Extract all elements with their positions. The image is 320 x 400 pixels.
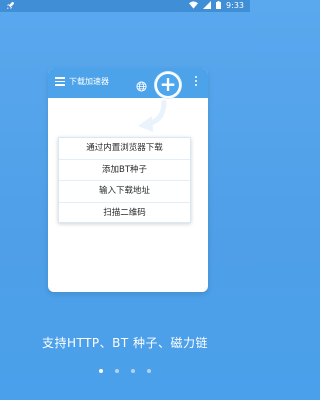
globe-icon[interactable] bbox=[136, 77, 147, 96]
menu-item-add-bt-seed[interactable]: 添加BT种子 bbox=[59, 160, 190, 181]
menu-item-scan-qr[interactable]: 扫描二维码 bbox=[59, 203, 190, 225]
more-vert-icon[interactable] bbox=[195, 76, 199, 88]
status-time: 9:33 bbox=[226, 1, 244, 10]
app-toolbar: 下载加速器 bbox=[48, 68, 208, 98]
battery-icon bbox=[216, 1, 222, 11]
arrow-icon bbox=[134, 99, 168, 140]
pager-dot-1[interactable] bbox=[99, 369, 103, 373]
plus-icon: + bbox=[159, 72, 177, 96]
pager-dot-4[interactable] bbox=[147, 369, 151, 373]
add-button[interactable]: + bbox=[155, 72, 181, 98]
menu-icon[interactable] bbox=[55, 77, 65, 86]
menu-item-input-url[interactable]: 输入下载地址 bbox=[59, 181, 190, 203]
pager-indicator bbox=[0, 369, 250, 373]
rocket-icon bbox=[6, 1, 15, 12]
signal-icon bbox=[203, 1, 212, 11]
pager-dot-2[interactable] bbox=[115, 369, 119, 373]
menu-item-builtin-browser[interactable]: 通过内置浏览器下载 bbox=[59, 138, 190, 160]
add-menu-popup: 通过内置浏览器下载 添加BT种子 输入下载地址 扫描二维码 bbox=[58, 137, 191, 223]
tagline: 支持HTTP、BT 种子、磁力链 bbox=[41, 336, 209, 350]
status-bar: 9:33 bbox=[0, 0, 250, 12]
app-title: 下载加速器 bbox=[69, 77, 109, 86]
wifi-icon bbox=[189, 1, 199, 11]
pager-dot-3[interactable] bbox=[131, 369, 135, 373]
